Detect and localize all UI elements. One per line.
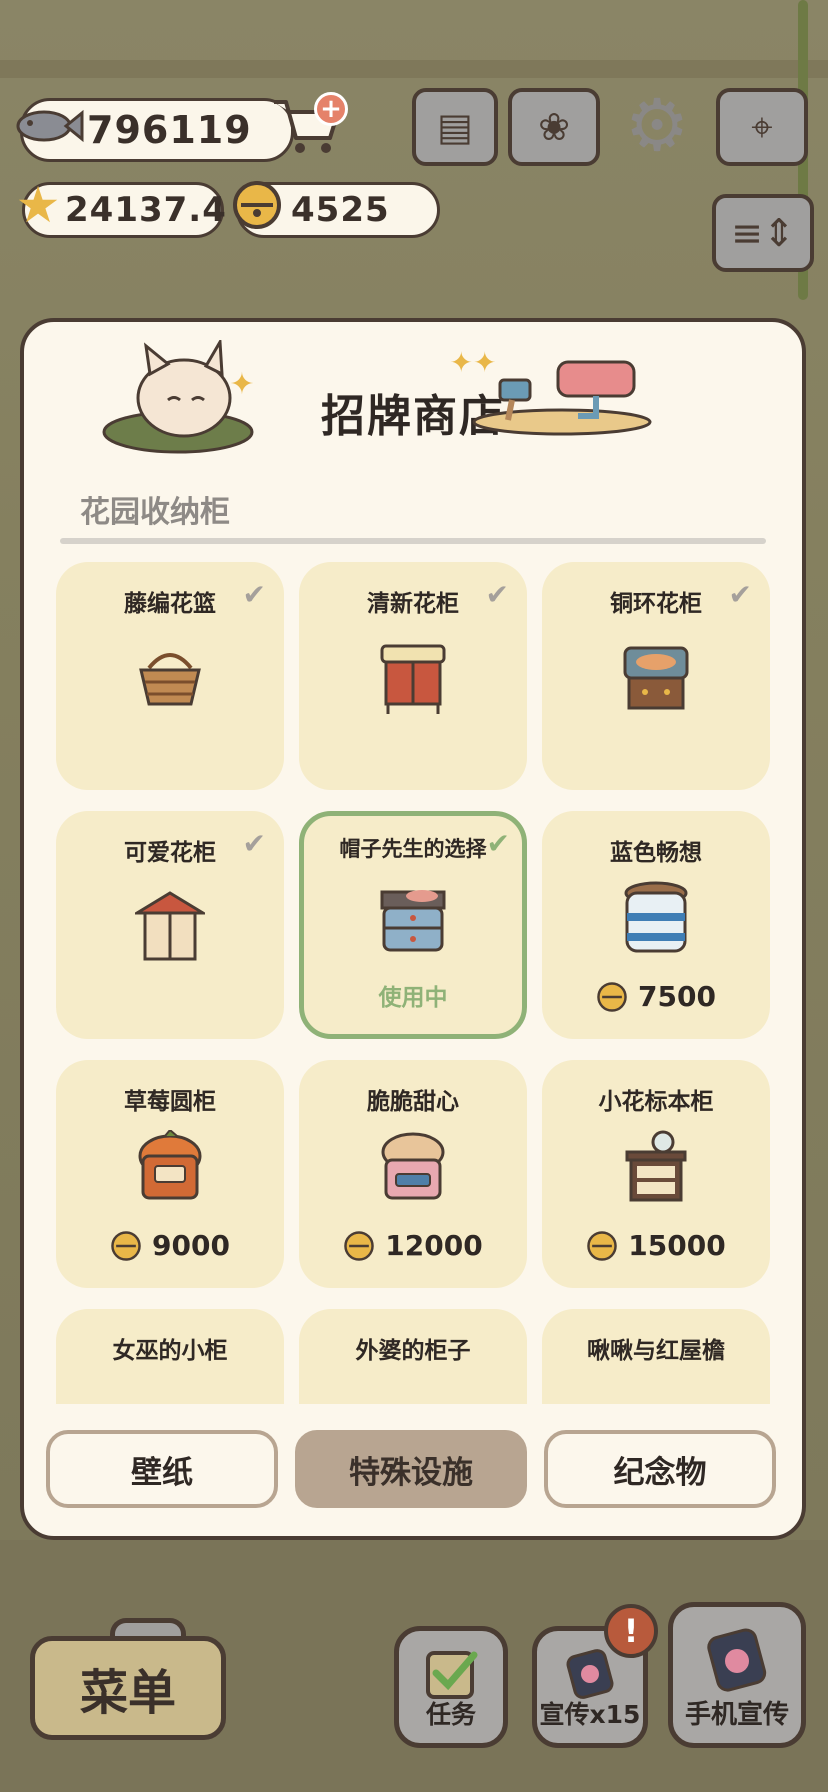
- sort-toggle-button[interactable]: ≡⇕: [712, 194, 814, 272]
- item-name: 脆脆甜心: [367, 1089, 459, 1115]
- shop-item-card[interactable]: 小花标本柜 15000: [542, 1060, 770, 1288]
- in-use-label: 使用中: [378, 985, 448, 1011]
- price-value: 12000: [385, 1229, 483, 1262]
- item-name: 蓝色畅想: [610, 840, 702, 866]
- item-grid[interactable]: 藤编花篮 ✔ 清新花柜 ✔ 铜环花柜 ✔ 可爱花柜 ✔ 帽子先生的选择 ✔ 使用…: [56, 562, 778, 1404]
- cat-book-button[interactable]: ❀: [508, 88, 600, 166]
- bell-icon: [344, 1230, 375, 1261]
- cabinet-icon: [378, 642, 448, 720]
- owned-check-icon: ✔: [486, 827, 510, 860]
- phone-promote-label: 手机宣传: [684, 1700, 789, 1730]
- price-tag: 7500: [542, 980, 770, 1013]
- shop-item-card[interactable]: 藤编花篮 ✔: [56, 562, 284, 790]
- add-plus-icon[interactable]: +: [314, 92, 348, 126]
- item-name: 草莓圆柜: [124, 1089, 216, 1115]
- price-tag: 9000: [56, 1229, 284, 1262]
- tab-special-facilities[interactable]: 特殊设施: [295, 1430, 527, 1508]
- shop-item-card[interactable]: 清新花柜 ✔: [299, 562, 527, 790]
- bell-icon: [228, 176, 286, 234]
- shop-title: 招牌商店: [321, 391, 505, 442]
- shop-item-card-active[interactable]: 帽子先生的选择 ✔ 使用中: [299, 811, 527, 1039]
- settings-button[interactable]: ⚙: [618, 86, 696, 164]
- price-tag: 15000: [542, 1229, 770, 1262]
- tasks-button[interactable]: 任务: [394, 1626, 508, 1748]
- bell-icon: [587, 1230, 618, 1261]
- notification-badge: !: [604, 1604, 658, 1658]
- shop-item-card[interactable]: 草莓圆柜 9000: [56, 1060, 284, 1288]
- shop-item-card[interactable]: 女巫的小柜: [56, 1309, 284, 1404]
- shop-item-card[interactable]: 啾啾与红屋檐: [542, 1309, 770, 1404]
- owned-check-icon: ✔: [242, 578, 266, 611]
- bell-amount: 4525: [291, 190, 390, 230]
- shop-item-card[interactable]: 可爱花柜 ✔: [56, 811, 284, 1039]
- phone-promote-button[interactable]: 手机宣传: [668, 1602, 806, 1748]
- star-amount: 24137.4: [65, 190, 227, 230]
- cabinet-icon: [378, 1130, 448, 1212]
- bell-icon: [111, 1230, 141, 1261]
- map-icon: ⌖: [751, 104, 773, 149]
- price-value: 7500: [638, 980, 716, 1013]
- tab-wallpaper[interactable]: 壁纸: [46, 1430, 278, 1508]
- item-name: 小花标本柜: [598, 1089, 714, 1115]
- gear-icon: ⚙: [624, 83, 690, 167]
- price-value: 9000: [152, 1229, 230, 1262]
- owned-check-icon: ✔: [728, 578, 752, 611]
- shop-item-card[interactable]: 外婆的柜子: [299, 1309, 527, 1404]
- divider: [60, 538, 766, 544]
- owned-check-icon: ✔: [242, 827, 266, 860]
- newspaper-button[interactable]: ▤: [412, 88, 498, 166]
- cabinet-icon: [135, 1128, 205, 1212]
- shop-item-card[interactable]: 蓝色畅想 7500: [542, 811, 770, 1039]
- cabinet-icon: [621, 1130, 691, 1212]
- sort-icon: ≡⇕: [731, 211, 795, 255]
- basket-icon: [135, 642, 205, 716]
- tab-souvenirs[interactable]: 纪念物: [544, 1430, 776, 1508]
- owned-check-icon: ✔: [485, 578, 509, 611]
- price-tag: 12000: [299, 1229, 527, 1262]
- item-name: 外婆的柜子: [355, 1338, 471, 1364]
- category-label: 花园收纳柜: [80, 495, 230, 530]
- newspaper-icon: ▤: [437, 105, 473, 149]
- shop-modal: ✦ 招牌商店 ✦✦ 花园收纳柜 藤编花篮 ✔ 清新花柜 ✔ 铜环花柜 ✔ 可爱花…: [20, 318, 806, 1540]
- tasks-label: 任务: [425, 1700, 476, 1729]
- cabinet-icon: [621, 881, 691, 963]
- shop-item-card[interactable]: 铜环花柜 ✔: [542, 562, 770, 790]
- star-icon: ★: [15, 176, 61, 234]
- fish-amount: 796119: [87, 108, 252, 152]
- background-wall: [0, 60, 828, 78]
- shop-item-card[interactable]: 脆脆甜心 12000: [299, 1060, 527, 1288]
- cabinet-icon: [131, 891, 209, 969]
- item-name: 啾啾与红屋檐: [587, 1338, 725, 1364]
- paw-book-icon: ❀: [538, 105, 570, 149]
- dresser-icon: [378, 886, 448, 964]
- cabinet-icon: [621, 642, 691, 720]
- price-value: 15000: [628, 1229, 726, 1262]
- paint-roller-illustration: [462, 350, 652, 440]
- map-button[interactable]: ⌖: [716, 88, 808, 166]
- item-name: 女巫的小柜: [112, 1338, 228, 1364]
- phone-icon: [703, 1627, 771, 1699]
- bell-icon: [597, 981, 627, 1012]
- promote-label: 宣传x15: [539, 1700, 641, 1729]
- menu-button[interactable]: 菜单: [30, 1636, 226, 1740]
- fish-icon: [14, 96, 84, 156]
- category-tabs: 壁纸 特殊设施 纪念物: [46, 1430, 780, 1510]
